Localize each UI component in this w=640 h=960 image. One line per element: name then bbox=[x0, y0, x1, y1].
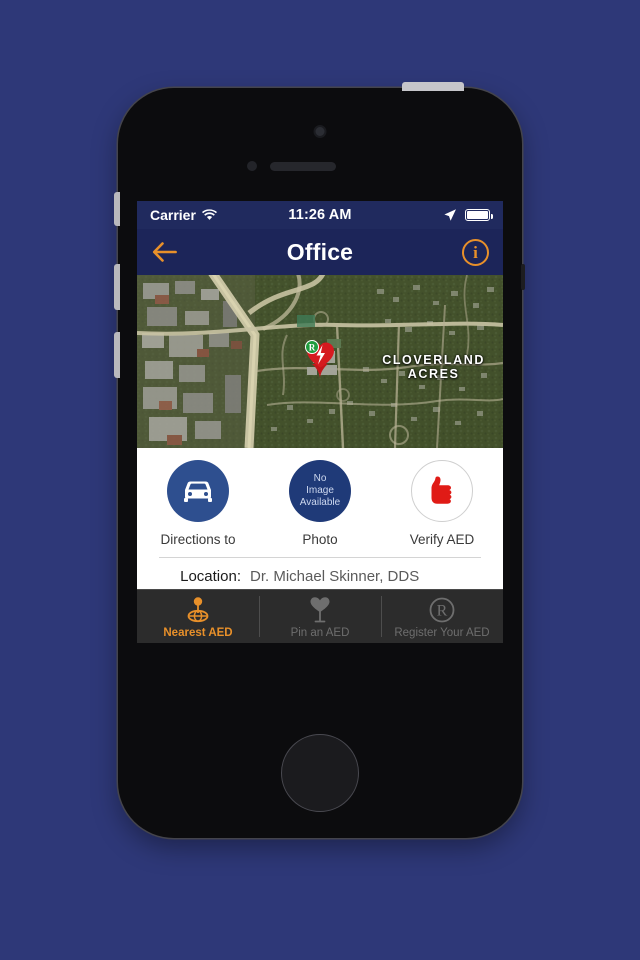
tab-pin-an-aed-label: Pin an AED bbox=[290, 627, 350, 639]
location-arrow-icon bbox=[444, 209, 456, 221]
status-bar: Carrier 11:26 AM bbox=[137, 201, 503, 229]
tab-nearest-aed-label: Nearest AED bbox=[163, 627, 233, 639]
back-button[interactable] bbox=[151, 229, 178, 275]
directions-action[interactable]: Directions to bbox=[137, 460, 259, 547]
map-view[interactable]: CLOVERLAND ACRES R bbox=[137, 275, 503, 448]
action-buttons-row: Directions to No Image Available Photo V… bbox=[137, 448, 503, 557]
battery-full-icon bbox=[465, 209, 493, 221]
page-backdrop: Carrier 11:26 AM Office i CLOVERLAND ACR… bbox=[0, 0, 640, 960]
tab-pin-an-aed[interactable]: Pin an AED bbox=[259, 590, 381, 643]
circled-r-icon: R bbox=[428, 594, 456, 626]
proximity-sensor bbox=[247, 161, 257, 171]
svg-text:R: R bbox=[309, 343, 316, 353]
front-camera bbox=[313, 125, 327, 138]
verify-aed-action-label: Verify AED bbox=[409, 532, 475, 547]
detail-value-location: Dr. Michael Skinner, DDS bbox=[250, 568, 420, 585]
verify-aed-action[interactable]: Verify AED bbox=[381, 460, 503, 547]
aed-heart-marker-icon[interactable]: R bbox=[300, 333, 340, 379]
photo-placeholder-line2: Image bbox=[306, 485, 334, 497]
sim-tray bbox=[521, 264, 525, 290]
info-circle-icon: i bbox=[462, 238, 489, 266]
thumbs-up-icon bbox=[431, 476, 452, 504]
tab-register-your-aed[interactable]: R Register Your AED bbox=[381, 590, 503, 643]
detail-label-location: Location: bbox=[180, 568, 241, 585]
status-bar-right bbox=[443, 208, 493, 222]
photo-action-label: Photo bbox=[302, 532, 338, 547]
car-icon bbox=[184, 481, 212, 502]
heart-pin-icon bbox=[308, 594, 332, 626]
globe-pin-icon bbox=[185, 594, 211, 626]
info-button[interactable]: i bbox=[462, 229, 489, 275]
page-title: Office bbox=[286, 238, 354, 265]
navigation-bar: Office i bbox=[137, 229, 503, 275]
home-button[interactable] bbox=[281, 734, 359, 812]
directions-icon-circle bbox=[167, 460, 229, 522]
photo-action[interactable]: No Image Available Photo bbox=[259, 460, 381, 547]
power-button[interactable] bbox=[402, 82, 464, 91]
svg-text:R: R bbox=[437, 603, 448, 620]
phone-screen: Carrier 11:26 AM Office i CLOVERLAND ACR… bbox=[137, 201, 503, 643]
tab-nearest-aed[interactable]: Nearest AED bbox=[137, 590, 259, 643]
photo-placeholder-line1: No bbox=[313, 473, 327, 485]
tab-register-your-aed-label: Register Your AED bbox=[394, 627, 490, 639]
details-divider bbox=[159, 557, 481, 558]
phone-device-frame: Carrier 11:26 AM Office i CLOVERLAND ACR… bbox=[114, 82, 525, 838]
bottom-tab-bar: Nearest AED Pin an AED R Register Your A… bbox=[137, 589, 503, 643]
arrow-left-icon bbox=[152, 242, 177, 262]
mute-switch[interactable] bbox=[114, 192, 120, 226]
volume-down-button[interactable] bbox=[114, 332, 120, 378]
volume-up-button[interactable] bbox=[114, 264, 120, 310]
verify-icon-circle bbox=[411, 460, 473, 522]
photo-placeholder-circle: No Image Available bbox=[289, 460, 351, 522]
directions-action-label: Directions to bbox=[160, 532, 236, 547]
earpiece-speaker bbox=[270, 162, 336, 171]
photo-placeholder-line3: Available bbox=[299, 496, 341, 508]
